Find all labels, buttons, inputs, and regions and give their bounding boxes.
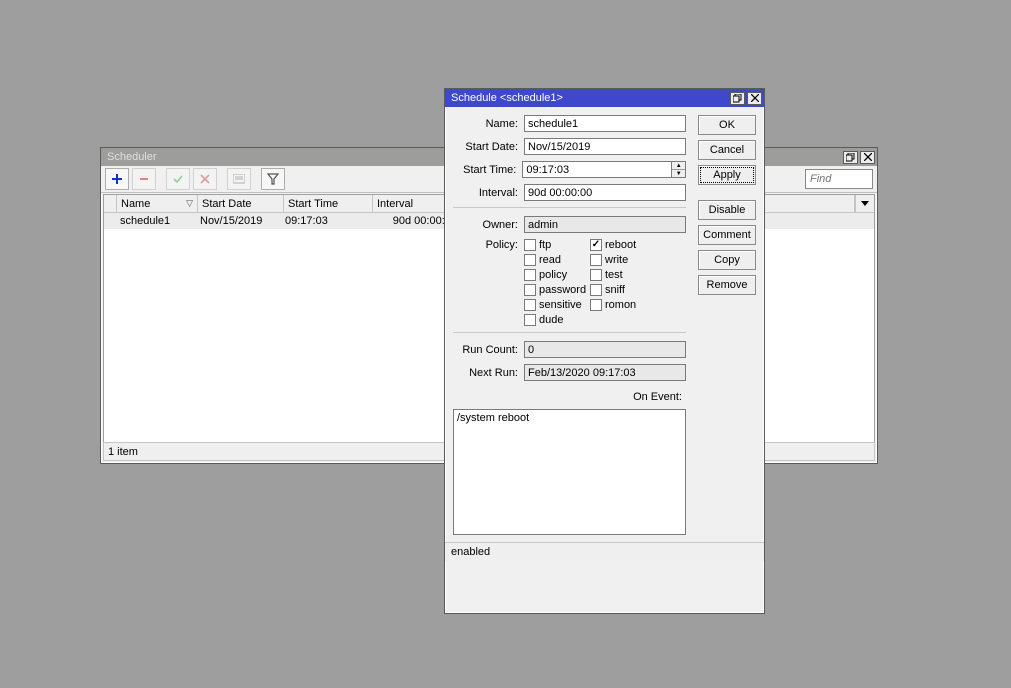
schedule-detail-window: Schedule <schedule1> OK Cancel Apply Dis… <box>444 88 765 614</box>
label-policy: Policy: <box>453 239 518 251</box>
name-field[interactable] <box>524 115 686 132</box>
find-input[interactable] <box>805 169 873 189</box>
disable-button[interactable] <box>193 168 217 190</box>
remove-button[interactable] <box>132 168 156 190</box>
col-startdate: Start Date <box>198 195 284 212</box>
apply-button[interactable]: Apply <box>698 165 756 185</box>
starttime-field[interactable] <box>522 161 672 178</box>
ok-button[interactable]: OK <box>698 115 756 135</box>
comment-button[interactable] <box>227 168 251 190</box>
starttime-spinner[interactable]: ▲▼ <box>672 161 686 178</box>
policy-romon[interactable]: romon <box>590 299 636 311</box>
label-starttime: Start Time: <box>453 164 516 176</box>
policy-reboot[interactable]: reboot <box>590 239 636 251</box>
col-starttime: Start Time <box>284 195 373 212</box>
policy-label: sensitive <box>539 299 582 311</box>
checkbox-icon <box>524 299 536 311</box>
cancel-button[interactable]: Cancel <box>698 140 756 160</box>
enable-button[interactable] <box>166 168 190 190</box>
policy-label: password <box>539 284 586 296</box>
policy-policy[interactable]: policy <box>524 269 590 281</box>
owner-field <box>524 216 686 233</box>
remove-button[interactable]: Remove <box>698 275 756 295</box>
checkbox-icon <box>524 269 536 281</box>
policy-label: write <box>605 254 628 266</box>
policy-label: ftp <box>539 239 551 251</box>
label-nextrun: Next Run: <box>453 367 518 379</box>
restore-button[interactable] <box>730 92 745 105</box>
policy-dude[interactable]: dude <box>524 314 590 326</box>
disable-button[interactable]: Disable <box>698 200 756 220</box>
label-name: Name: <box>453 118 518 130</box>
filter-button[interactable] <box>261 168 285 190</box>
checkbox-icon <box>590 299 602 311</box>
label-startdate: Start Date: <box>453 141 518 153</box>
label-onevent: On Event: <box>453 391 686 407</box>
add-button[interactable] <box>105 168 129 190</box>
policy-label: romon <box>605 299 636 311</box>
runcount-field <box>524 341 686 358</box>
detail-titlebar[interactable]: Schedule <schedule1> <box>445 89 764 107</box>
checkbox-icon <box>524 284 536 296</box>
col-name: Name▽ <box>117 195 198 212</box>
checkbox-icon <box>524 314 536 326</box>
startdate-field[interactable] <box>524 138 686 155</box>
policy-label: dude <box>539 314 563 326</box>
label-owner: Owner: <box>453 219 518 231</box>
checkbox-icon <box>590 269 602 281</box>
copy-button[interactable]: Copy <box>698 250 756 270</box>
cell-startdate: Nov/15/2019 <box>196 213 281 229</box>
policy-ftp[interactable]: ftp <box>524 239 590 251</box>
detail-title: Schedule <schedule1> <box>451 89 730 107</box>
policy-label: reboot <box>605 239 636 251</box>
checkbox-icon <box>590 254 602 266</box>
policy-label: sniff <box>605 284 625 296</box>
label-runcount: Run Count: <box>453 344 518 356</box>
onevent-textarea[interactable] <box>453 409 686 535</box>
policy-label: test <box>605 269 623 281</box>
close-button[interactable] <box>860 151 875 164</box>
close-button[interactable] <box>747 92 762 105</box>
checkbox-icon <box>590 239 602 251</box>
interval-field[interactable] <box>524 184 686 201</box>
policy-sensitive[interactable]: sensitive <box>524 299 590 311</box>
label-interval: Interval: <box>453 187 518 199</box>
policy-label: policy <box>539 269 567 281</box>
columns-menu-button[interactable] <box>855 195 874 212</box>
checkbox-icon <box>590 284 602 296</box>
cell-starttime: 09:17:03 <box>281 213 369 229</box>
policy-password[interactable]: password <box>524 284 590 296</box>
policy-test[interactable]: test <box>590 269 636 281</box>
restore-button[interactable] <box>843 151 858 164</box>
nextrun-field <box>524 364 686 381</box>
policy-label: read <box>539 254 561 266</box>
cell-name: schedule1 <box>116 213 196 229</box>
policy-sniff[interactable]: sniff <box>590 284 636 296</box>
policy-write[interactable]: write <box>590 254 636 266</box>
detail-buttons: OK Cancel Apply Disable Comment Copy Rem… <box>698 115 756 295</box>
checkbox-icon <box>524 254 536 266</box>
comment-button[interactable]: Comment <box>698 225 756 245</box>
detail-statusbar: enabled <box>445 542 764 561</box>
checkbox-icon <box>524 239 536 251</box>
policy-read[interactable]: read <box>524 254 590 266</box>
